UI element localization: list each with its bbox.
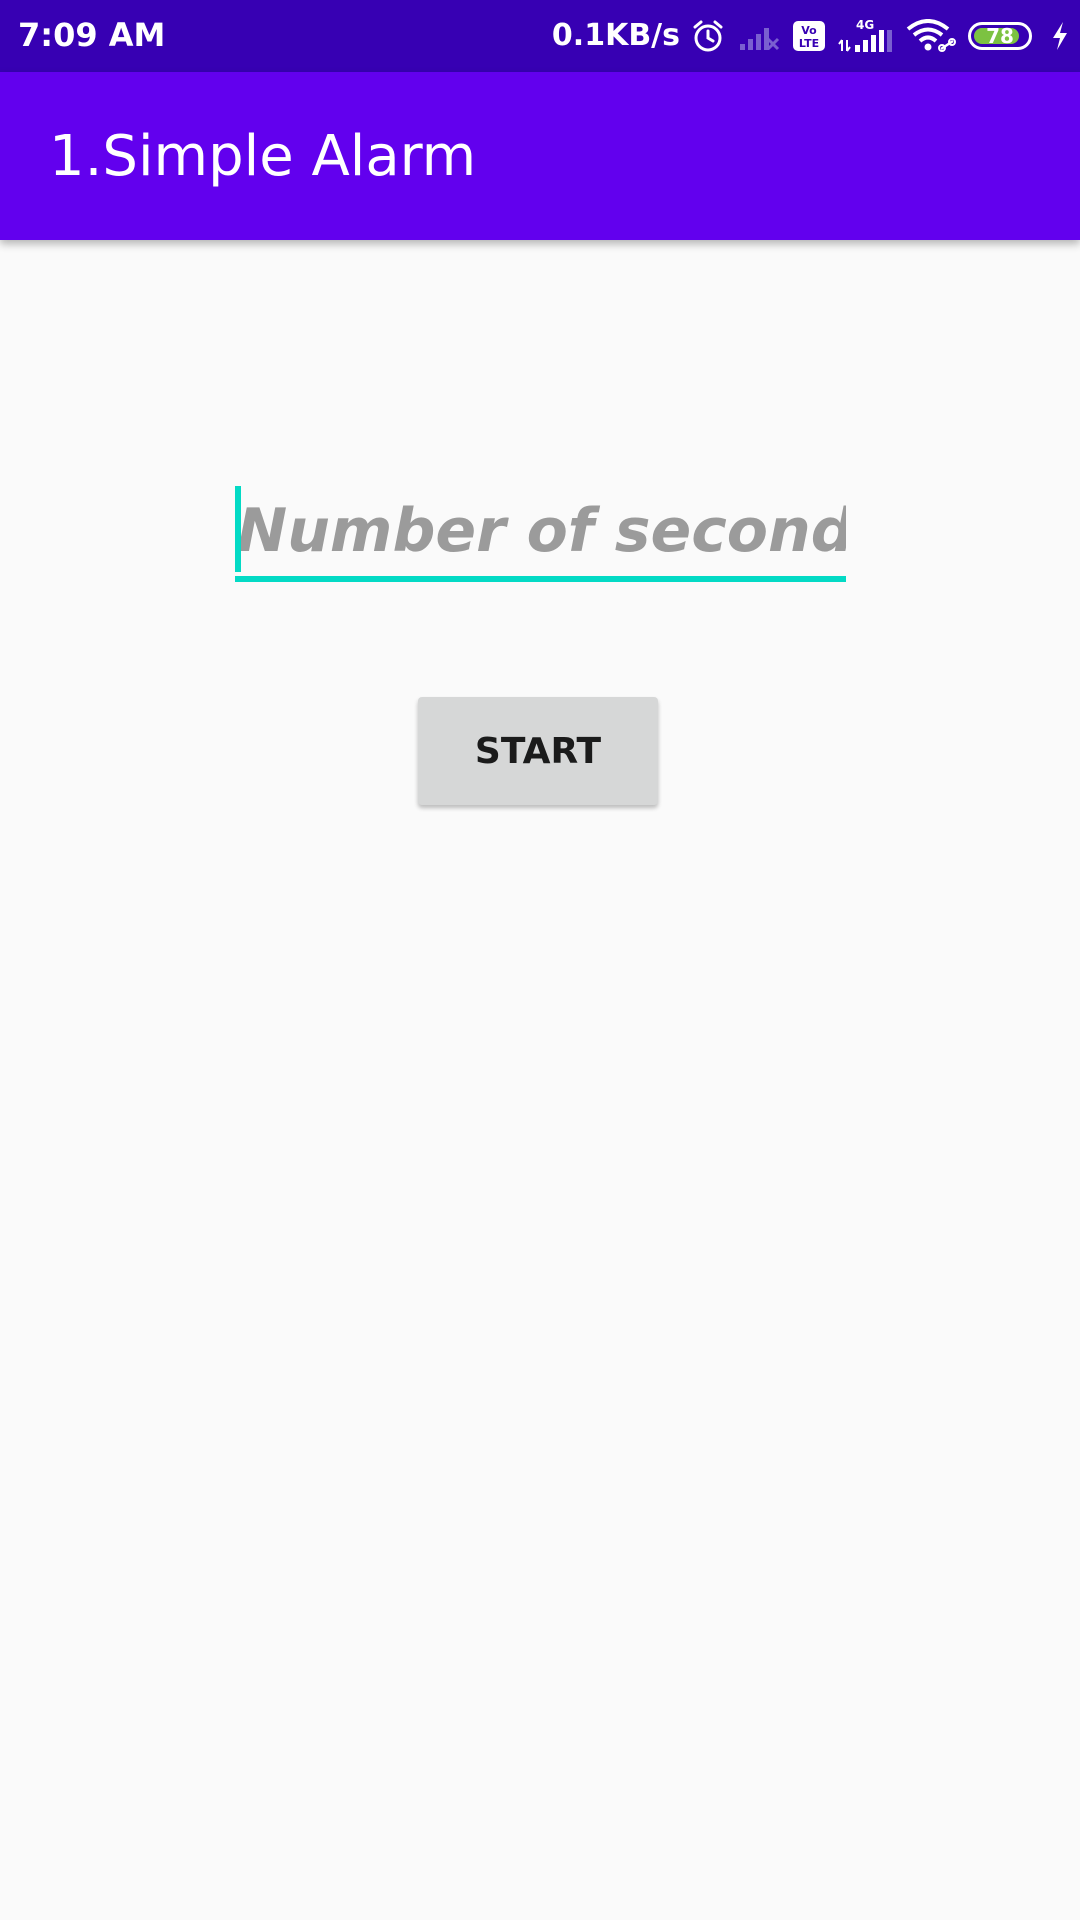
status-bar: 7:09 AM 0.1KB/s Vo LTE 4G 78 (0, 0, 1080, 72)
seconds-input[interactable] (235, 480, 846, 582)
charging-icon (1050, 20, 1070, 52)
battery-icon: 78 (968, 22, 1038, 50)
seconds-field[interactable] (235, 480, 846, 582)
svg-text:4G: 4G (856, 18, 874, 32)
volte-icon: Vo LTE (792, 20, 826, 52)
battery-level: 78 (986, 24, 1014, 48)
status-icons: 0.1KB/s Vo LTE 4G 78 (552, 0, 1070, 72)
text-cursor (235, 486, 241, 572)
svg-text:LTE: LTE (799, 37, 819, 50)
alarm-icon (690, 18, 726, 54)
status-time: 7:09 AM (18, 16, 166, 54)
4g-signal-icon: 4G (838, 18, 894, 54)
svg-text:Vo: Vo (801, 24, 817, 37)
input-underline (235, 576, 846, 582)
start-button[interactable]: START (418, 697, 658, 805)
app-bar: 1.Simple Alarm (0, 72, 1080, 240)
wifi-icon (906, 19, 956, 53)
signal-off-icon (738, 20, 780, 52)
app-title: 1.Simple Alarm (49, 124, 477, 189)
network-speed: 0.1KB/s (551, 18, 680, 53)
